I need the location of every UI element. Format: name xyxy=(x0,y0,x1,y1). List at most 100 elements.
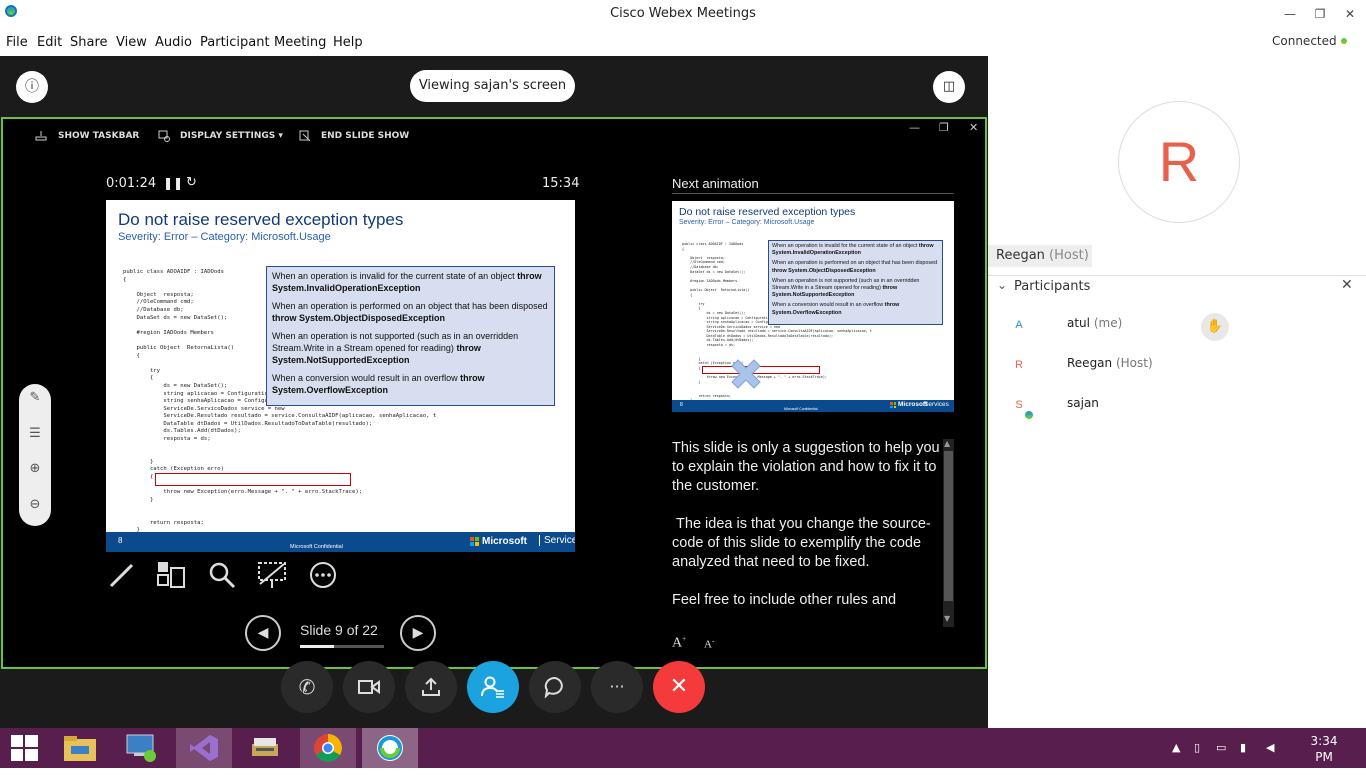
ppt-close-button[interactable]: ✕ xyxy=(969,121,978,134)
taskbar-installer[interactable] xyxy=(238,728,294,768)
participants-title: Participants xyxy=(1014,279,1091,294)
active-speaker-avatar: R xyxy=(1118,101,1240,223)
participant-row[interactable]: R Reegan (Host) xyxy=(988,346,1366,382)
menu-edit[interactable]: Edit xyxy=(37,35,62,50)
show-taskbar-button[interactable]: SHOW TASKBAR xyxy=(58,131,139,141)
share-content-button[interactable] xyxy=(405,661,457,713)
taskbar-visual-studio[interactable] xyxy=(176,728,232,768)
zoom-in-icon[interactable]: ⊕ xyxy=(19,461,51,476)
hand-icon: ✋ xyxy=(1206,319,1224,334)
participant-role: (Host) xyxy=(1115,356,1153,370)
increase-font-icon: A xyxy=(672,635,683,651)
brand-services: Services xyxy=(539,535,575,546)
layout-button[interactable]: ◫ xyxy=(933,71,965,103)
taskbar-file-explorer[interactable] xyxy=(52,728,108,768)
display-settings-icon xyxy=(158,130,170,142)
taskbar-chrome[interactable] xyxy=(300,728,356,768)
callout-item: When a conversion would result in an ove… xyxy=(272,373,485,395)
menu-view[interactable]: View xyxy=(116,35,147,50)
increase-font-button[interactable]: A+ xyxy=(672,635,686,652)
share-icon xyxy=(422,677,440,696)
speaker-notes[interactable]: This slide is only a suggestion to help … xyxy=(672,439,940,619)
next-animation-label: Next animation xyxy=(672,176,759,191)
zoom-out-icon[interactable]: ⊖ xyxy=(19,497,51,512)
menu-file[interactable]: File xyxy=(6,35,28,50)
menu-meeting[interactable]: Meeting xyxy=(274,35,326,50)
layout-icon: ◫ xyxy=(942,79,956,94)
tray-battery-icon[interactable]: ▯ xyxy=(1194,741,1200,754)
chevron-down-icon[interactable]: ⌄ xyxy=(997,278,1007,292)
menu-participant[interactable]: Participant xyxy=(200,35,270,50)
audio-button[interactable]: ✆ xyxy=(281,661,333,713)
active-speaker-name: Reegan (Host) xyxy=(988,245,1092,267)
chevron-left-icon: ◀ xyxy=(257,625,269,641)
slide-page-number: 8 xyxy=(118,536,123,545)
slide-counter: Slide 9 of 22 xyxy=(300,622,378,638)
next-slide-page-number: 8 xyxy=(680,402,683,408)
next-slide-button[interactable]: ▶ xyxy=(400,615,436,651)
taskbar-webex[interactable] xyxy=(362,728,418,768)
minimize-button[interactable]: — xyxy=(1278,4,1302,24)
participant-avatar: R xyxy=(1015,359,1023,371)
close-panel-icon[interactable]: ✕ xyxy=(1341,277,1353,293)
see-all-slides-button[interactable] xyxy=(155,560,187,592)
tray-network-icon[interactable]: ▭ xyxy=(1216,741,1226,754)
taskbar-remote-desktop[interactable] xyxy=(114,728,170,768)
leave-meeting-button[interactable]: ✕ xyxy=(653,661,705,713)
ppt-minimize-button[interactable]: — xyxy=(909,121,920,134)
system-clock[interactable]: 3:34 PM 3/1/2019 xyxy=(1302,733,1356,781)
microsoft-logo-icon xyxy=(890,402,896,408)
notes-scrollbar[interactable]: ▲ ▼ xyxy=(943,439,954,627)
tray-overflow-icon[interactable]: ▲ xyxy=(1172,741,1180,754)
previous-slide-button[interactable]: ◀ xyxy=(245,615,281,651)
pause-icon[interactable]: ❚❚ xyxy=(163,176,183,190)
menu-audio[interactable]: Audio xyxy=(155,35,192,50)
more-button[interactable]: ··· xyxy=(591,661,643,713)
chat-icon xyxy=(544,676,563,699)
close-icon: ✕ xyxy=(669,674,689,699)
more-options-button[interactable] xyxy=(307,560,339,592)
current-slide: Do not raise reserved exception types Se… xyxy=(106,200,575,552)
close-button[interactable]: ✕ xyxy=(1338,4,1362,24)
participants-icon xyxy=(481,676,504,698)
scroll-down-icon[interactable]: ▼ xyxy=(944,614,950,623)
participants-button[interactable] xyxy=(467,661,519,713)
more-icon: ··· xyxy=(609,677,625,696)
tray-volume-icon[interactable]: ◀ xyxy=(1266,741,1274,754)
scrollbar-thumb[interactable] xyxy=(944,451,953,601)
end-slide-show-button[interactable]: END SLIDE SHOW xyxy=(321,131,409,141)
display-settings-button[interactable]: DISPLAY SETTINGS ▾ xyxy=(180,131,283,141)
menu-share[interactable]: Share xyxy=(70,35,108,50)
note-paragraph: The idea is that you change the source-c… xyxy=(672,516,931,570)
zoom-slide-button[interactable] xyxy=(206,560,238,592)
participant-row[interactable]: S sajan xyxy=(988,386,1366,422)
ppt-restore-button[interactable]: ❐ xyxy=(939,121,949,134)
menu-help[interactable]: Help xyxy=(333,35,363,50)
restart-icon[interactable]: ↻ xyxy=(186,175,197,190)
shared-screen: SHOW TASKBAR DISPLAY SETTINGS ▾ END SLID… xyxy=(1,117,987,669)
highlighter-icon[interactable]: ☰ xyxy=(19,426,51,441)
tray-signal-icon[interactable]: ▮ xyxy=(1240,741,1246,754)
callout-item: When an operation is not supported (such… xyxy=(272,331,519,365)
video-button[interactable] xyxy=(343,661,395,713)
chat-button[interactable] xyxy=(529,661,581,713)
installer-icon xyxy=(252,738,278,756)
pen-tool-button[interactable] xyxy=(106,560,138,592)
black-screen-button[interactable] xyxy=(256,560,288,592)
raise-hand-button[interactable]: ✋ xyxy=(1201,313,1229,341)
slides-grid-icon xyxy=(157,562,185,588)
pen-icon[interactable]: ✎ xyxy=(19,390,51,405)
speaker-role: (Host) xyxy=(1049,248,1089,263)
maximize-button[interactable]: ❐ xyxy=(1308,4,1332,24)
scroll-up-icon[interactable]: ▲ xyxy=(944,439,950,448)
decrease-font-icon: A xyxy=(704,638,712,651)
participant-row[interactable]: A atul (me) ✋ xyxy=(988,306,1366,342)
decrease-font-button[interactable]: A- xyxy=(704,637,714,651)
window-title: Cisco Webex Meetings xyxy=(610,6,756,21)
start-button[interactable] xyxy=(0,728,50,768)
meeting-info-button[interactable]: ⓘ xyxy=(16,71,48,103)
note-paragraph: This slide is only a suggestion to help … xyxy=(672,440,940,494)
exceptions-callout: When an operation is invalid for the cur… xyxy=(266,266,555,406)
participant-name-text: Reegan xyxy=(1067,356,1113,370)
windows-logo-icon xyxy=(11,735,38,761)
